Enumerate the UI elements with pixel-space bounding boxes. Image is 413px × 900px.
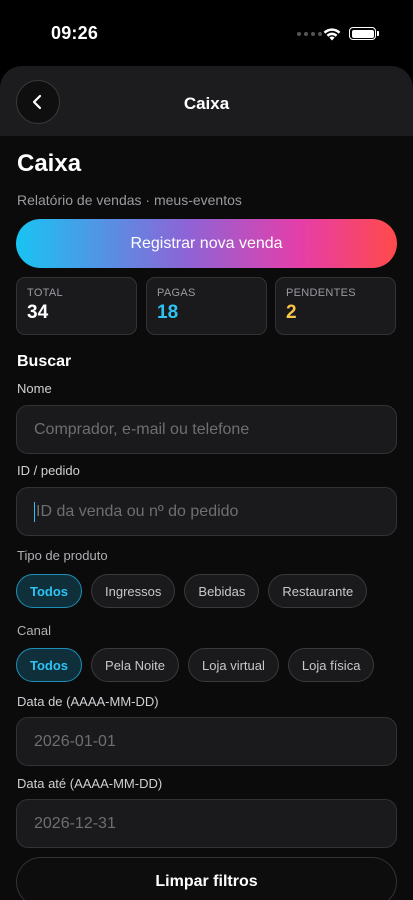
channel-label: Canal [17, 623, 51, 638]
chip-product-drinks[interactable]: Bebidas [184, 574, 260, 608]
text-caret [34, 501, 35, 522]
stat-card-paid: PAGAS 18 [146, 277, 267, 335]
clear-filters-button[interactable]: Limpar filtros [16, 857, 397, 900]
stat-label: PENDENTES [286, 287, 356, 299]
chip-channel-all[interactable]: Todos [16, 648, 83, 682]
chip-channel-physical-store[interactable]: Loja física [287, 648, 375, 682]
date-to-label: Data até (AAAA-MM-DD) [17, 776, 163, 791]
main-content: Caixa Relatório de vendas · meus-eventos… [0, 136, 413, 900]
stat-value: 34 [27, 302, 49, 323]
nav-title: Caixa [183, 94, 230, 113]
register-sale-button[interactable]: Registrar nova venda [16, 219, 397, 268]
channel-chips: Todos Pela Noite Loja virtual Loja físic… [16, 648, 375, 682]
date-from-label: Data de (AAAA-MM-DD) [17, 694, 159, 709]
order-id-input[interactable]: ID da venda ou nº do pedido [16, 487, 397, 536]
page-subtitle: Relatório de vendas · meus-eventos [17, 192, 242, 208]
chip-product-all[interactable]: Todos [16, 574, 83, 608]
date-to-input[interactable]: 2026-12-31 [16, 799, 397, 848]
name-label: Nome [17, 381, 52, 396]
stat-card-pending: PENDENTES 2 [275, 277, 396, 335]
stat-label: PAGAS [157, 287, 196, 299]
date-to-value: 2026-12-31 [34, 814, 116, 832]
cellular-signal-icon [297, 32, 322, 36]
battery-icon [349, 27, 379, 40]
chip-product-restaurant[interactable]: Restaurante [268, 574, 368, 608]
page-title: Caixa [17, 150, 82, 177]
date-from-value: 2026-01-01 [34, 732, 116, 750]
status-time: 09:26 [51, 23, 99, 43]
chip-channel-pela-noite[interactable]: Pela Noite [91, 648, 180, 682]
chip-product-tickets[interactable]: Ingressos [91, 574, 176, 608]
stat-label: TOTAL [27, 287, 63, 299]
wifi-icon [323, 28, 341, 41]
stat-card-total: TOTAL 34 [16, 277, 137, 335]
search-section-title: Buscar [17, 353, 72, 370]
date-from-input[interactable]: 2026-01-01 [16, 717, 397, 766]
product-type-label: Tipo de produto [17, 548, 108, 563]
product-type-chips: Todos Ingressos Bebidas Restaurante [16, 574, 368, 608]
status-bar: 09:26 [0, 0, 413, 66]
order-id-label: ID / pedido [17, 463, 80, 478]
nav-bar: Caixa [0, 66, 413, 136]
stat-value: 18 [157, 302, 179, 323]
stat-value: 2 [286, 302, 297, 323]
chip-channel-virtual-store[interactable]: Loja virtual [188, 648, 279, 682]
order-id-placeholder: ID da venda ou nº do pedido [36, 502, 239, 520]
name-search-input[interactable]: Comprador, e-mail ou telefone [16, 405, 397, 454]
name-placeholder: Comprador, e-mail ou telefone [34, 420, 250, 438]
